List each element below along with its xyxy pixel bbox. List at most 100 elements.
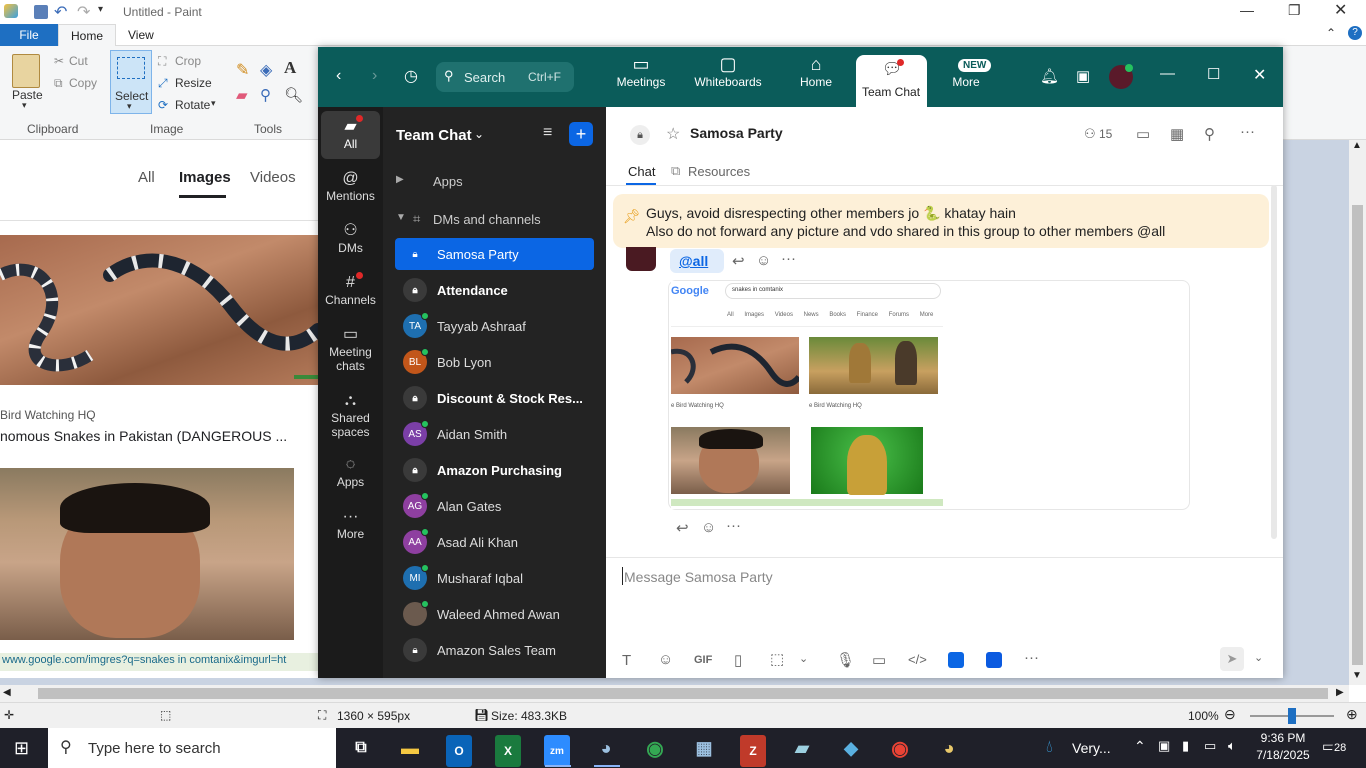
- screenshot-icon[interactable]: ⬚: [770, 650, 784, 668]
- eraser-icon[interactable]: ▰: [236, 86, 248, 104]
- zoom-maximize-icon[interactable]: ☐: [1207, 65, 1220, 83]
- tab-resources[interactable]: Resources: [688, 164, 750, 179]
- chrome-icon-2[interactable]: ◉: [880, 732, 920, 764]
- rail-shared-spaces[interactable]: ⛬ Shared spaces: [321, 389, 380, 439]
- paint-taskbar-icon[interactable]: ◕: [586, 732, 626, 764]
- rail-mentions[interactable]: @ Mentions: [321, 167, 380, 203]
- chevron-up-icon[interactable]: ⌃: [1134, 738, 1146, 755]
- calendar-app-icon[interactable]: ▣: [1076, 67, 1090, 85]
- outlook-icon[interactable]: O: [446, 735, 472, 767]
- minimize-icon[interactable]: —: [1240, 2, 1254, 18]
- app-icon-blue[interactable]: [948, 652, 964, 668]
- paint-icon-2[interactable]: ◕: [929, 732, 969, 764]
- emoji-icon[interactable]: ☺: [658, 651, 673, 668]
- notepad-icon[interactable]: ▰: [782, 732, 822, 764]
- quick-access-dropdown-icon[interactable]: ▾: [98, 4, 103, 15]
- monitor-icon[interactable]: ▭: [1204, 738, 1216, 754]
- cut-button[interactable]: Cut: [69, 54, 88, 68]
- tab-view[interactable]: View: [116, 24, 166, 46]
- excel-icon[interactable]: X: [495, 735, 521, 767]
- hscroll-thumb[interactable]: [38, 688, 1328, 699]
- tab-chat[interactable]: Chat: [628, 164, 655, 179]
- paste-icon[interactable]: [12, 54, 40, 88]
- chat-scrollbar[interactable]: [1271, 185, 1277, 539]
- sidebar-item[interactable]: Waleed Ahmed Awan: [395, 598, 594, 630]
- select-button[interactable]: Select ▾: [110, 50, 152, 114]
- scroll-thumb[interactable]: [1352, 205, 1363, 665]
- app-icon[interactable]: ◆: [831, 732, 871, 764]
- chrome-icon[interactable]: ◉: [635, 732, 675, 764]
- restore-icon[interactable]: ❐: [1288, 2, 1301, 19]
- tab-file[interactable]: File: [0, 24, 58, 46]
- search-icon[interactable]: ⚲: [1204, 125, 1215, 143]
- sidebar-item[interactable]: 🔒︎ Amazon Sales Team: [395, 634, 594, 666]
- pencil-icon[interactable]: ✎: [236, 60, 249, 80]
- sidebar-item[interactable]: TA Tayyab Ashraaf: [395, 310, 594, 342]
- zoom-slider-thumb[interactable]: [1288, 708, 1296, 724]
- nav-meetings[interactable]: ▭ Meetings: [616, 53, 666, 89]
- color-picker-icon[interactable]: ⚲: [260, 86, 271, 104]
- file-icon[interactable]: ▯: [734, 651, 742, 669]
- crop-button[interactable]: Crop: [175, 54, 201, 68]
- rail-channels[interactable]: # Channels: [321, 271, 380, 307]
- close-icon[interactable]: ✕: [1334, 0, 1347, 20]
- message-input[interactable]: Message Samosa Party: [624, 569, 773, 585]
- scroll-down-icon[interactable]: ▼: [1352, 670, 1362, 681]
- back-icon[interactable]: ‹: [336, 67, 341, 85]
- more-icon[interactable]: ···: [726, 517, 741, 534]
- calendar-icon[interactable]: ▦: [1170, 125, 1184, 143]
- section-apps[interactable]: Apps: [433, 174, 463, 189]
- section-dms-channels[interactable]: DMs and channels: [433, 212, 541, 227]
- rail-meeting-chats[interactable]: ▭ Meeting chats: [321, 323, 380, 373]
- calculator-icon[interactable]: ▦: [684, 732, 724, 764]
- microphone-icon[interactable]: 🎙︎: [836, 651, 855, 669]
- member-count[interactable]: 15: [1099, 127, 1112, 141]
- zoom-icon[interactable]: zm: [544, 735, 570, 767]
- reply-icon[interactable]: ↩: [732, 252, 745, 270]
- redo-icon[interactable]: ↷: [77, 2, 90, 22]
- pinned-message[interactable]: 📌︎ Guys, avoid disrespecting other membe…: [613, 194, 1269, 248]
- nav-home[interactable]: ⌂ Home: [796, 53, 836, 89]
- chevron-right-icon[interactable]: ▶: [396, 174, 404, 185]
- video-call-icon[interactable]: ▭: [1136, 125, 1150, 143]
- rail-more[interactable]: ··· More: [321, 505, 380, 541]
- screenshot-dropdown-icon[interactable]: ⌄: [799, 652, 808, 665]
- rotate-button[interactable]: Rotate: [175, 98, 210, 112]
- sidebar-item[interactable]: 🔒︎ Attendance: [395, 274, 594, 306]
- nav-whiteboards[interactable]: ▢ Whiteboards: [692, 53, 764, 89]
- code-snippet-icon[interactable]: </>: [908, 652, 927, 667]
- copy-button[interactable]: Copy: [69, 76, 97, 90]
- network-icon[interactable]: ▣: [1158, 738, 1170, 754]
- more-icon[interactable]: ···: [781, 250, 796, 267]
- app-icon-blue-2[interactable]: [986, 652, 1002, 668]
- sidebar-item[interactable]: 🔒︎ Samosa Party: [395, 238, 594, 270]
- sidebar-item[interactable]: MI Musharaf Iqbal: [395, 562, 594, 594]
- paint-horizontal-scrollbar[interactable]: ◀ ▶: [0, 685, 1349, 702]
- undo-icon[interactable]: ↶: [54, 2, 67, 22]
- weather-text[interactable]: Very...: [1072, 740, 1111, 756]
- video-message-icon[interactable]: ▭: [872, 651, 886, 669]
- rail-dms[interactable]: ⚇ DMs: [321, 219, 380, 255]
- team-chat-title[interactable]: Team Chat: [396, 127, 472, 144]
- sidebar-item[interactable]: AA Asad Ali Khan: [395, 526, 594, 558]
- reply-icon[interactable]: ↩: [676, 519, 689, 537]
- taskbar-search-box[interactable]: ⚲ Type here to search: [48, 728, 336, 768]
- text-icon[interactable]: A: [284, 58, 296, 78]
- paste-button[interactable]: Paste: [12, 88, 43, 102]
- scroll-right-icon[interactable]: ▶: [1336, 687, 1344, 698]
- format-text-icon[interactable]: T: [622, 652, 631, 669]
- zoom-close-icon[interactable]: ✕: [1253, 65, 1266, 85]
- channel-name[interactable]: Samosa Party: [690, 125, 783, 141]
- zoom-out-icon[interactable]: ⊖: [1224, 706, 1236, 723]
- task-view-icon[interactable]: ⧉: [341, 732, 381, 764]
- filezilla-icon[interactable]: Z: [740, 735, 766, 767]
- zoom-in-icon[interactable]: ⊕: [1346, 706, 1358, 723]
- send-button[interactable]: ➤: [1220, 647, 1244, 671]
- filter-icon[interactable]: ≡: [543, 124, 552, 142]
- zoom-minimize-icon[interactable]: —: [1160, 65, 1175, 82]
- file-explorer-icon[interactable]: ▬: [390, 732, 430, 764]
- gif-button[interactable]: GIF: [694, 654, 712, 666]
- sidebar-item[interactable]: AS Aidan Smith: [395, 418, 594, 450]
- sender-avatar[interactable]: [626, 247, 656, 271]
- members-icon[interactable]: ⚇: [1084, 126, 1096, 142]
